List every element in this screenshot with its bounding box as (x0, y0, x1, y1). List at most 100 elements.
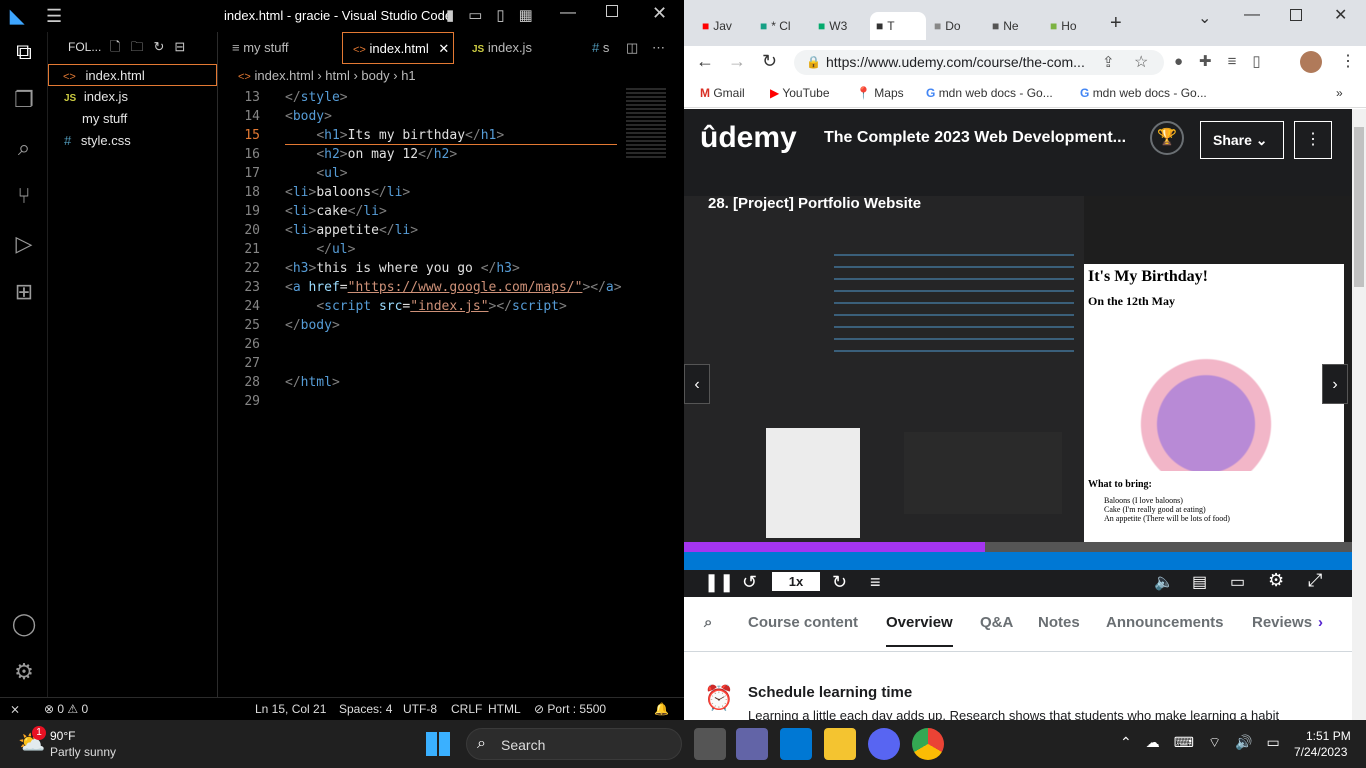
weather-desc[interactable]: Partly sunny (50, 745, 116, 759)
tab-search-icon[interactable]: ⌄ (1198, 8, 1211, 28)
bookmark-mdn-1[interactable]: G mdn web docs - Go... (926, 85, 1053, 101)
problems-indicator[interactable]: ⊗ 0 ⚠ 0 (44, 698, 88, 720)
chrome-tab[interactable]: ■ Ho (1044, 12, 1100, 40)
tab-index-html[interactable]: <> index.html ✕ (342, 32, 454, 64)
search-box[interactable]: ⌕ Search (466, 728, 682, 760)
bookmark-maps[interactable]: 📍 Maps (856, 85, 904, 101)
back-icon[interactable]: ← (696, 51, 714, 72)
tab-reviews[interactable]: Reviews (1252, 614, 1312, 631)
remote-icon[interactable]: ⨯ (10, 698, 20, 720)
share-button[interactable]: Share ⌄ (1200, 121, 1284, 159)
chrome-menu-icon[interactable]: ⋮ (1340, 51, 1356, 71)
chat-icon[interactable] (736, 728, 768, 760)
video-progress-bar[interactable] (684, 542, 1352, 552)
rewind-icon[interactable]: ↺ (742, 572, 757, 593)
udemy-logo[interactable]: ûdemy (700, 121, 797, 155)
start-button[interactable] (426, 732, 450, 756)
forward-icon[interactable]: ↻ (832, 572, 847, 593)
bookmark-mdn-2[interactable]: G mdn web docs - Go... (1080, 85, 1207, 101)
scrollbar-thumb[interactable] (1354, 127, 1364, 287)
share-icon[interactable]: ⇪ (1102, 53, 1115, 71)
explorer-icon[interactable]: ⧉ (10, 38, 38, 66)
tray-icons[interactable]: ⌃☁⌨⌔🔊▭ (1120, 734, 1294, 752)
tab-notes[interactable]: Notes (1038, 614, 1080, 631)
settings-gear-icon[interactable]: ⚙ (1268, 570, 1284, 591)
run-debug-icon[interactable]: ▷ (10, 230, 38, 258)
next-lecture-button[interactable]: › (1322, 364, 1348, 404)
language-mode[interactable]: HTML (488, 698, 521, 720)
split-editor-icon[interactable]: ◫ (626, 32, 638, 64)
extensions-icons[interactable]: ●✚≡▯ (1174, 52, 1277, 70)
profile-avatar[interactable] (1300, 51, 1322, 73)
live-server-port[interactable]: ⊘ Port : 5500 (534, 698, 606, 720)
chrome-tab[interactable]: ■ Jav (696, 12, 752, 40)
more-bookmarks-icon[interactable]: » (1336, 85, 1343, 101)
crumb-html[interactable]: html (325, 68, 350, 83)
file-style-css[interactable]: # style.css (48, 130, 217, 152)
menu-icon[interactable]: ☰ (46, 6, 62, 27)
close-button[interactable]: ✕ (1334, 5, 1347, 25)
maximize-button[interactable] (1290, 9, 1302, 21)
chrome-tab[interactable]: ■ Do (928, 12, 984, 40)
page-scrollbar[interactable] (1352, 109, 1366, 720)
bookmark-youtube[interactable]: ▶ YouTube (770, 85, 830, 101)
video-player[interactable]: 28. [Project] Portfolio Website It's My … (684, 169, 1352, 597)
close-tab-icon[interactable]: ✕ (438, 41, 449, 56)
tab-overview[interactable]: Overview (886, 614, 953, 647)
captions-icon[interactable]: ▭ (1230, 572, 1245, 592)
reload-icon[interactable]: ↻ (762, 51, 777, 72)
course-title[interactable]: The Complete 2023 Web Development... (824, 129, 1126, 147)
tab-index-js[interactable]: JS index.js (472, 32, 572, 64)
source-control-icon[interactable]: ⑂ (10, 182, 38, 210)
chrome-tab[interactable]: ■ * Cl (754, 12, 810, 40)
course-menu-button[interactable]: ⋮ (1294, 121, 1332, 159)
forward-icon[interactable]: → (728, 51, 746, 72)
bookmark-star-icon[interactable]: ☆ (1134, 52, 1148, 72)
tab-my-stuff[interactable]: ≡ my stuff (232, 32, 338, 64)
extensions-icon[interactable]: ⊞ (10, 278, 38, 306)
minimize-button[interactable]: — (1244, 6, 1260, 24)
code-editor[interactable]: 13 14 15 16 17 18 19 20 21 22 23 24 25 26 27 28 29 </sty… (218, 88, 684, 697)
minimap[interactable] (626, 88, 666, 158)
prev-lecture-button[interactable]: ‹ (684, 364, 710, 404)
notifications-bell-icon[interactable]: 🔔 (654, 698, 669, 720)
fullscreen-icon[interactable]: ⤢ (1308, 570, 1322, 591)
file-explorer-icon[interactable] (824, 728, 856, 760)
crumb-h1[interactable]: h1 (401, 68, 415, 83)
video-frame[interactable]: It's My Birthday! On the 12th May What t… (684, 196, 1352, 570)
encoding[interactable]: UTF-8 (403, 698, 437, 720)
crumb-file[interactable]: index.html (254, 68, 313, 83)
weather-temp[interactable]: 90°F (50, 729, 75, 743)
tab-style[interactable]: # s (592, 32, 622, 64)
tab-course-content[interactable]: Course content (748, 614, 858, 631)
new-tab-button[interactable]: + (1110, 12, 1122, 35)
discord-icon[interactable] (868, 728, 900, 760)
search-icon[interactable]: ⌕ (10, 134, 38, 162)
add-note-icon[interactable]: ≡ (870, 572, 881, 593)
trophy-icon[interactable]: 🏆 (1150, 121, 1184, 155)
volume-icon[interactable]: 🔈 (1154, 572, 1174, 592)
account-icon[interactable]: ◯ (10, 610, 38, 638)
tab-announcements[interactable]: Announcements (1106, 614, 1224, 631)
file-index-js[interactable]: JS index.js (48, 86, 217, 108)
layout-icons[interactable]: ▮▭▯▦ (446, 6, 547, 24)
clock-time[interactable]: 1:51 PM (1306, 729, 1351, 743)
file-my-stuff[interactable]: my stuff (48, 108, 217, 130)
bookmark-gmail[interactable]: M Gmail (700, 85, 745, 101)
crumb-body[interactable]: body (361, 68, 389, 83)
new-file-icon[interactable]: 🗋🗀↻⊟ (110, 38, 195, 60)
more-actions-icon[interactable]: ⋯ (652, 32, 665, 64)
search-icon[interactable]: ⌕ (704, 614, 712, 631)
clock-date[interactable]: 7/24/2023 (1294, 745, 1347, 759)
line-ending[interactable]: CRLF (451, 698, 482, 720)
tab-qa[interactable]: Q&A (980, 614, 1013, 631)
maximize-button[interactable] (606, 5, 618, 17)
indentation[interactable]: Spaces: 4 (339, 698, 392, 720)
transcript-icon[interactable]: ▤ (1192, 572, 1207, 592)
vscode-taskbar-icon[interactable] (780, 728, 812, 760)
chrome-taskbar-icon[interactable] (912, 728, 944, 760)
tabs-next-icon[interactable]: › (1318, 614, 1323, 631)
speed-button[interactable]: 1x (772, 572, 820, 591)
chrome-tab[interactable]: ■ T (870, 12, 926, 40)
cursor-position[interactable]: Ln 15, Col 21 (255, 698, 326, 720)
